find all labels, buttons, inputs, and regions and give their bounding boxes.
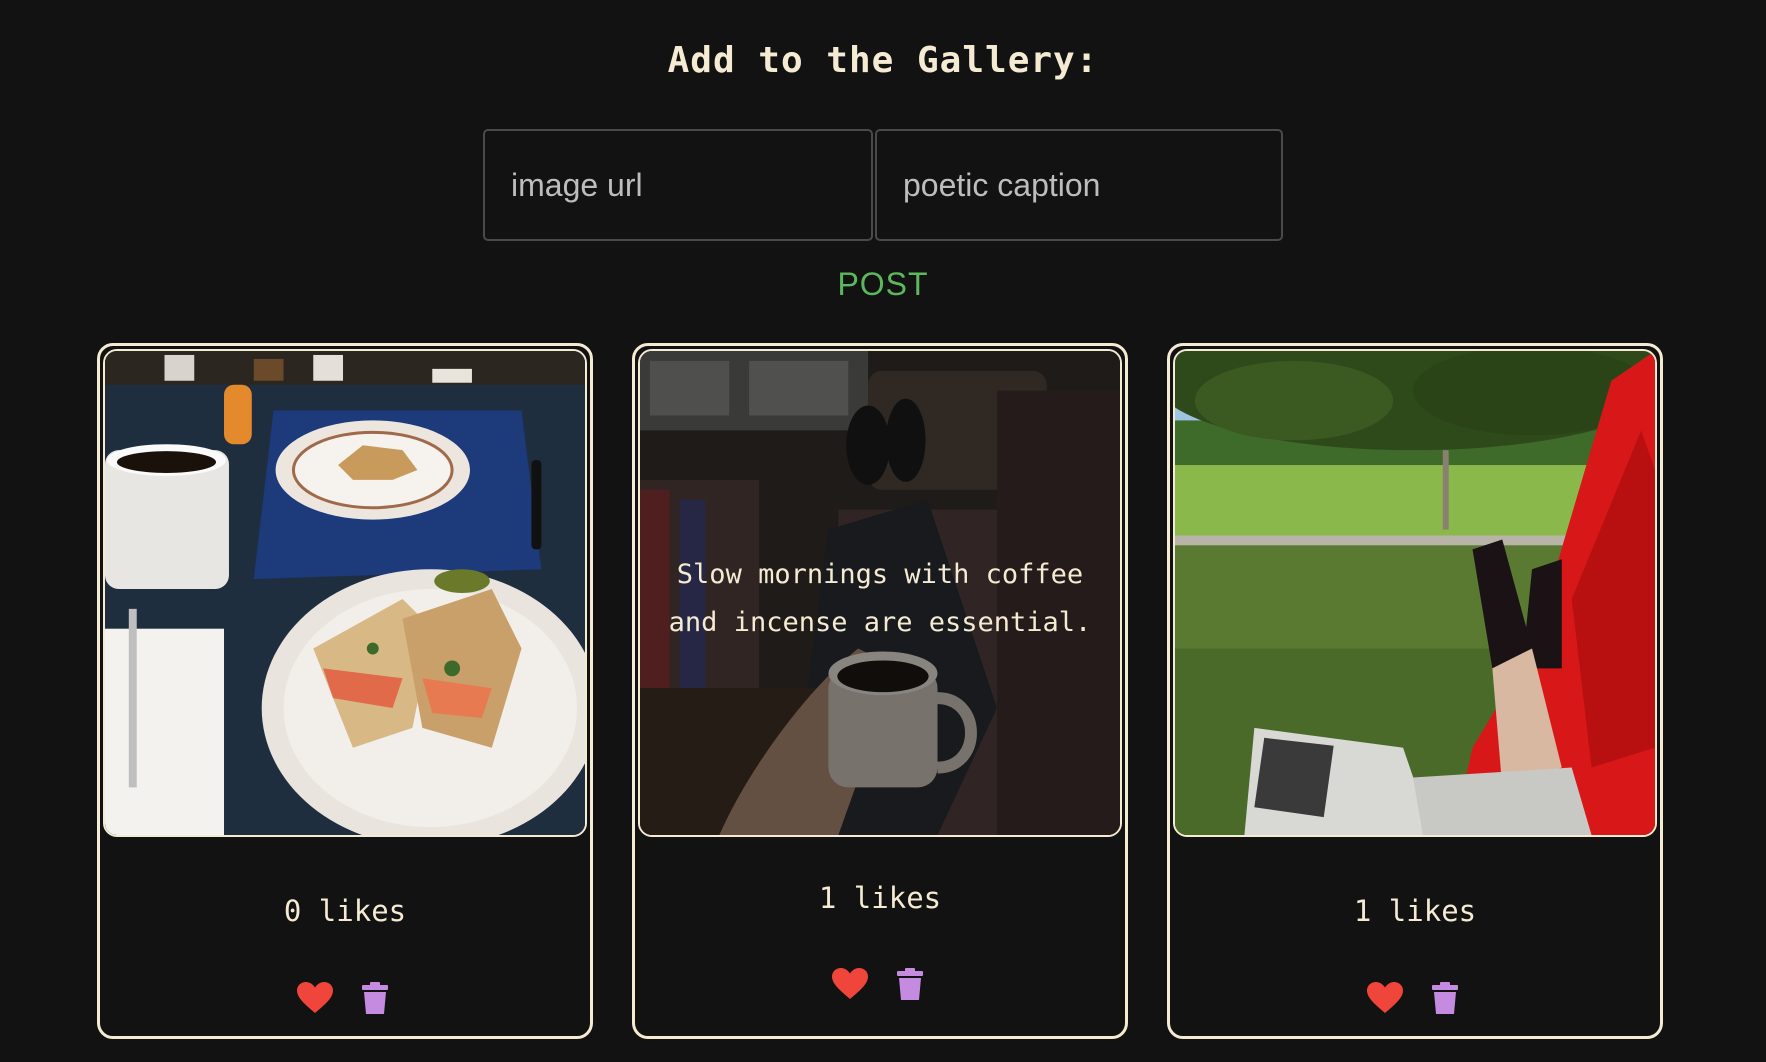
post-image[interactable] bbox=[103, 349, 587, 837]
add-post-form bbox=[483, 129, 1283, 241]
heart-icon[interactable] bbox=[832, 966, 868, 1002]
trash-icon[interactable] bbox=[892, 966, 928, 1002]
post-image[interactable] bbox=[1173, 349, 1657, 837]
likes-count: 1 likes bbox=[818, 881, 942, 915]
likes-count: 1 likes bbox=[1353, 894, 1477, 928]
post-button[interactable]: POST bbox=[783, 262, 983, 306]
image-url-input[interactable] bbox=[483, 129, 873, 241]
trash-icon[interactable] bbox=[1427, 980, 1463, 1016]
post-actions bbox=[635, 966, 1125, 1002]
post-actions bbox=[1170, 980, 1660, 1016]
post-caption: Slow mornings with coffee and incense ar… bbox=[668, 559, 1092, 638]
gallery-card: Slow mornings with coffee and incense ar… bbox=[632, 343, 1128, 1039]
caption-input[interactable] bbox=[875, 129, 1283, 241]
post-actions bbox=[100, 980, 590, 1016]
gallery-card: 1 likes bbox=[1167, 343, 1663, 1039]
gallery-heading: Add to the Gallery: bbox=[667, 40, 1099, 81]
likes-count: 0 likes bbox=[283, 894, 407, 928]
post-image[interactable]: Slow mornings with coffee and incense ar… bbox=[638, 349, 1122, 837]
trash-icon[interactable] bbox=[357, 980, 393, 1016]
gallery-card: 0 likes bbox=[97, 343, 593, 1039]
heart-icon[interactable] bbox=[297, 980, 333, 1016]
heart-icon[interactable] bbox=[1367, 980, 1403, 1016]
